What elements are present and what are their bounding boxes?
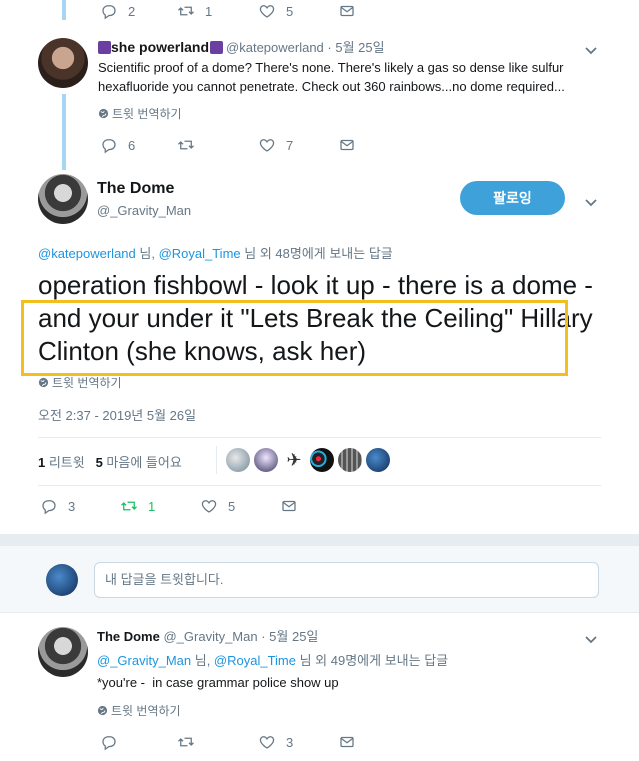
mail-icon (338, 136, 356, 154)
reply-input[interactable]: 내 답글을 트윗합니다. (94, 562, 599, 598)
handle[interactable]: @katepowerland (226, 40, 324, 55)
like-count: 3 (286, 734, 294, 750)
reply-button[interactable]: 2 (100, 2, 135, 20)
divider (38, 437, 601, 438)
heart-icon (258, 2, 276, 20)
retweet-count: 1 (148, 498, 156, 514)
avatar[interactable] (310, 448, 334, 472)
mention-link[interactable]: @_Gravity_Man (97, 653, 191, 668)
avatar[interactable] (38, 174, 88, 224)
heart-icon (258, 136, 276, 154)
reply-count: 3 (68, 498, 76, 514)
mention-link[interactable]: @katepowerland (38, 246, 136, 261)
highlight-box (21, 300, 568, 376)
tweet-stats: 1 리트윗 5 마음에 들어요 (38, 452, 182, 471)
tweet-timestamp[interactable]: 오전 2:37 - 2019년 5월 26일 (38, 405, 196, 424)
retweet-button[interactable]: 1 (120, 497, 155, 515)
like-button[interactable]: 3 (258, 733, 293, 751)
avatar[interactable] (338, 448, 362, 472)
like-stat[interactable]: 5 마음에 들어요 (96, 455, 182, 470)
divider (0, 612, 639, 613)
mail-icon (338, 2, 356, 20)
retweet-stat[interactable]: 1 리트윗 (38, 455, 85, 470)
more-menu-button[interactable] (584, 195, 598, 205)
tweet-header: she powerland @katepowerland · 5월 25일 (98, 37, 385, 56)
reply-button[interactable]: 6 (100, 136, 135, 154)
tweet-date[interactable]: · 5월 25일 (327, 40, 384, 55)
translate-link[interactable]: 트윗 번역하기 (98, 105, 182, 122)
handle[interactable]: @_Gravity_Man (97, 203, 191, 218)
retweet-button[interactable] (177, 136, 195, 154)
mail-icon (280, 497, 298, 515)
tweet-text: Scientific proof of a dome? There's none… (98, 60, 565, 94)
display-name[interactable]: she powerland (111, 39, 209, 55)
divider (216, 446, 217, 474)
replying-to: @_Gravity_Man 님, @Royal_Time 님 외 49명에게 보… (97, 653, 449, 668)
thread-line-mid (62, 94, 66, 170)
like-count: 5 (228, 498, 236, 514)
retweet-button[interactable]: 1 (177, 2, 212, 20)
reply-icon (100, 136, 118, 154)
more-menu-button[interactable] (584, 632, 598, 642)
retweet-icon (120, 497, 138, 515)
tweet-text: *you're - in case grammar police show up (97, 675, 339, 690)
like-button[interactable]: 5 (200, 497, 235, 515)
avatar[interactable] (366, 448, 390, 472)
heart-icon (200, 497, 218, 515)
following-button[interactable]: 팔로잉 (460, 181, 565, 215)
reply-button[interactable]: 3 (40, 497, 75, 515)
globe-icon (38, 377, 49, 388)
avatar[interactable] (38, 627, 88, 677)
reply-count: 2 (128, 3, 136, 19)
reply-icon (40, 497, 58, 515)
retweet-icon (177, 136, 195, 154)
avatar[interactable]: ✈ (282, 448, 306, 472)
reply-icon (100, 2, 118, 20)
more-menu-button[interactable] (584, 43, 598, 53)
like-button[interactable]: 7 (258, 136, 293, 154)
translate-link[interactable]: 트윗 번역하기 (38, 374, 122, 391)
mention-link[interactable]: @Royal_Time (214, 653, 296, 668)
retweet-button[interactable] (177, 733, 195, 751)
display-name[interactable]: The Dome (97, 180, 174, 198)
reply-button[interactable] (100, 733, 118, 751)
emoji-icon (98, 41, 111, 54)
retweet-icon (177, 733, 195, 751)
chevron-down-icon (584, 46, 598, 56)
reply-icon (100, 733, 118, 751)
like-count: 5 (286, 3, 294, 19)
section-gap (0, 534, 639, 546)
globe-icon (98, 108, 109, 119)
heart-icon (258, 733, 276, 751)
retweet-icon (177, 2, 195, 20)
chevron-down-icon (584, 198, 598, 208)
dm-button[interactable] (338, 136, 356, 154)
divider (38, 485, 601, 486)
handle[interactable]: @_Gravity_Man (163, 629, 257, 644)
replying-to: @katepowerland 님, @Royal_Time 님 외 48명에게 … (38, 246, 393, 261)
dm-button[interactable] (338, 2, 356, 20)
retweet-count: 1 (205, 3, 213, 19)
mention-link[interactable]: @Royal_Time (159, 246, 241, 261)
my-avatar[interactable] (46, 564, 78, 596)
liker-avatars: ✈ (226, 448, 390, 472)
reply-count: 6 (128, 137, 136, 153)
chevron-down-icon (584, 635, 598, 645)
display-name[interactable]: The Dome (97, 629, 160, 644)
avatar[interactable] (254, 448, 278, 472)
translate-link[interactable]: 트윗 번역하기 (97, 702, 181, 719)
thread-line-top (62, 0, 66, 20)
tweet-header: The Dome @_Gravity_Man · 5월 25일 (97, 626, 318, 645)
avatar[interactable] (38, 38, 88, 88)
dm-button[interactable] (338, 733, 356, 751)
like-count: 7 (286, 137, 294, 153)
like-button[interactable]: 5 (258, 2, 293, 20)
emoji-icon (210, 41, 224, 54)
dm-button[interactable] (280, 497, 298, 515)
mail-icon (338, 733, 356, 751)
tweet-date[interactable]: · 5월 25일 (261, 629, 318, 644)
avatar[interactable] (226, 448, 250, 472)
globe-icon (97, 705, 108, 716)
